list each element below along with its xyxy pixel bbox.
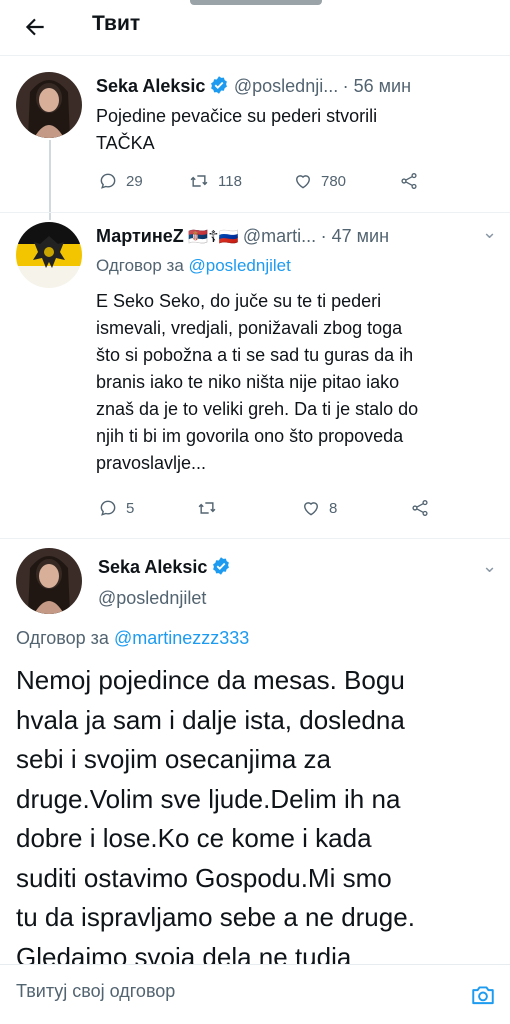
reply-count: 5 <box>126 499 135 517</box>
replying-to: Одговор за @martinezzz333 <box>16 628 249 649</box>
tweet-line: Nemoj pojedince da mesas. Bogu <box>16 665 405 695</box>
tweet-line: tu da ispravljamo sebe a ne druge. <box>16 902 415 932</box>
like-count: 8 <box>329 499 338 517</box>
replying-prefix: Одговор за <box>96 256 184 275</box>
tweet-line: sebi i svojim osecanjima za <box>16 744 332 774</box>
flags: 🇷🇸☦🇷🇺 <box>188 229 239 246</box>
header: Твит <box>0 0 510 56</box>
reply-bar: Твитуј свој одговор <box>0 964 510 1024</box>
tweet-actions: 29 118 780 <box>98 171 428 191</box>
tweet-header: МартинеZ 🇷🇸☦🇷🇺 @marti... · 47 мин <box>96 226 389 247</box>
share-button[interactable] <box>409 498 439 518</box>
verified-icon <box>209 75 229 100</box>
more-icon[interactable]: ⌄ <box>482 556 498 577</box>
retweet-icon <box>198 502 216 514</box>
retweet-count: 118 <box>218 172 242 190</box>
tweet-line: branis iako te niko ništa nije pitao iak… <box>96 372 400 392</box>
tweet-line: pravoslavlje... <box>96 453 207 473</box>
like-count: 780 <box>321 172 347 190</box>
avatar[interactable] <box>16 548 82 614</box>
timestamp[interactable]: · 47 мин <box>321 226 389 246</box>
author-handle[interactable]: @poslednjilet <box>98 588 206 609</box>
camera-icon[interactable] <box>470 983 496 1012</box>
tweet-actions: 5 8 <box>98 498 439 518</box>
tweet-line: ismevali, vredjali, ponižavali zbog toga <box>96 318 403 338</box>
author-name[interactable]: Seka Aleksic <box>98 557 207 577</box>
tweet-line: dobre i lose.Ko ce kome i kada <box>16 823 372 853</box>
tweet-text: E Seko Seko, do juče su te ti pederi ism… <box>96 288 418 477</box>
reply-icon <box>100 173 116 189</box>
author-name[interactable]: МартинеZ <box>96 226 184 246</box>
retweet-button[interactable]: 118 <box>188 171 293 191</box>
replying-prefix: Одговор за <box>16 628 109 648</box>
reply-count: 29 <box>126 172 143 190</box>
replying-to-link[interactable]: @martinezzz333 <box>114 628 249 648</box>
share-icon <box>412 500 428 517</box>
tweet-line: druge.Volim sve ljude.Delim ih na <box>16 783 401 814</box>
like-button[interactable]: 8 <box>301 498 409 518</box>
like-icon <box>296 175 310 189</box>
back-arrow-icon[interactable] <box>22 14 48 40</box>
tweet-line: znaš da je to veliki greh. Da ti je stal… <box>96 399 419 419</box>
tweet-line: Pojedine pevačice su pederi stvorili <box>96 106 378 126</box>
tweet-line: suditi ostavimo Gospodu.Mi smo <box>16 862 392 893</box>
reply-button[interactable]: 29 <box>98 171 188 191</box>
author-name[interactable]: Seka Aleksic <box>96 76 205 96</box>
like-button[interactable]: 780 <box>293 171 398 191</box>
avatar[interactable] <box>16 72 82 138</box>
like-icon <box>304 502 318 516</box>
tweet-header: Seka Aleksic @poslednji... · 56 мин <box>96 75 411 100</box>
share-icon <box>401 173 417 190</box>
main-tweet-text: Nemoj pojedince da mesas. Bogu hvala ja … <box>16 661 502 977</box>
reply-icon <box>100 500 116 516</box>
thread-line <box>49 140 51 220</box>
retweet-icon <box>190 175 208 187</box>
reply-input[interactable]: Твитуј свој одговор <box>16 981 175 1002</box>
reply-button[interactable]: 5 <box>98 498 196 518</box>
replying-to: Одговор за @poslednjilet <box>96 256 291 276</box>
divider <box>0 212 510 213</box>
retweet-button[interactable] <box>196 498 301 518</box>
replying-to-link[interactable]: @poslednjilet <box>189 256 291 275</box>
author-handle[interactable]: @poslednji... <box>234 76 338 96</box>
tweet-line: E Seko Seko, do juče su te ti pederi <box>96 291 382 311</box>
tweet-text: Pojedine pevačice su pederi stvorili TAČ… <box>96 103 377 157</box>
tweet-line: njih ti bi im govorila ono što propoveda <box>96 426 404 446</box>
verified-icon <box>211 556 231 581</box>
main-tweet-author: Seka Aleksic <box>98 556 231 581</box>
divider <box>0 538 510 539</box>
more-icon[interactable]: ⌄ <box>482 222 498 243</box>
share-button[interactable] <box>398 171 428 191</box>
avatar[interactable] <box>16 222 82 288</box>
timestamp[interactable]: · 56 мин <box>343 76 411 96</box>
tweet-line: što si pobožna a ti se sad tu guras da i… <box>96 345 414 365</box>
author-handle[interactable]: @marti... <box>243 226 316 246</box>
tweet-line: TAČKA <box>96 133 155 153</box>
page-title: Твит <box>92 12 141 35</box>
tweet-line: hvala ja sam i dalje ista, dosledna <box>16 704 405 735</box>
